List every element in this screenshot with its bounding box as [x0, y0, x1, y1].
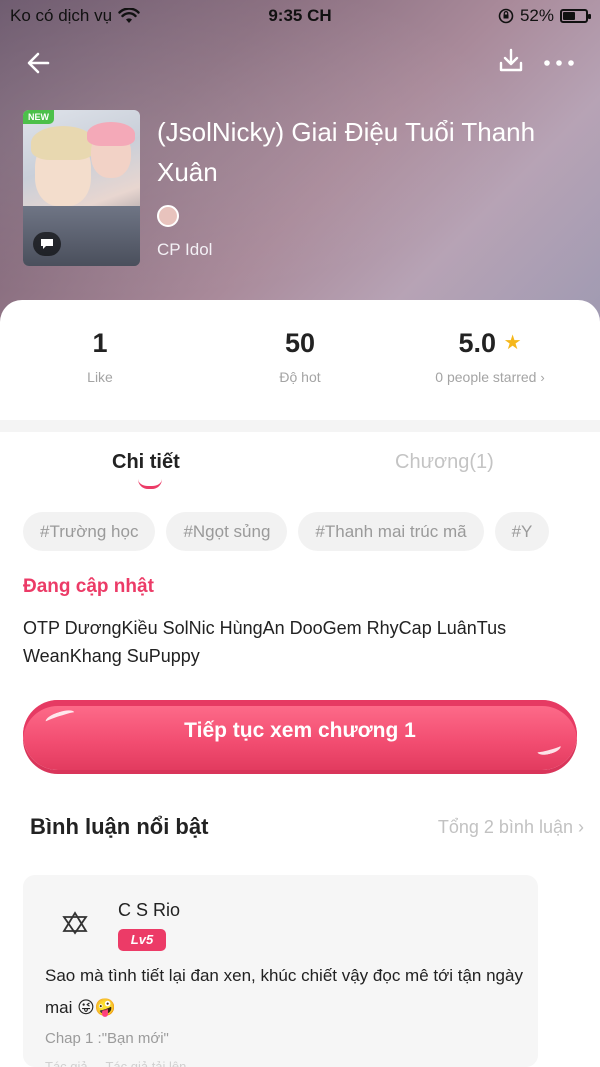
chevron-right-icon: › [578, 817, 584, 837]
rating-value: 5.0 [458, 328, 497, 358]
story-description: OTP DươngKiều SolNic HùngAn DooGem RhyCa… [23, 618, 507, 666]
tag-list: #Trường học #Ngọt sủng #Thanh mai trúc mã #… [23, 512, 600, 552]
comment-username[interactable]: C S Rio [118, 900, 180, 921]
likes-label: Like [87, 369, 113, 385]
user-level-badge: Lv5 [118, 929, 166, 951]
section-divider [0, 420, 600, 432]
orientation-lock-icon [498, 8, 514, 24]
tag-chip[interactable]: #Trường học [23, 512, 156, 551]
all-comments-link[interactable]: Tổng 2 bình luận › [438, 817, 584, 838]
stats-card: 1 Like 50 Độ hot 5.0 ★ 0 people starred … [0, 300, 600, 420]
active-tab-indicator [138, 479, 162, 489]
download-icon[interactable] [496, 46, 526, 76]
top-navigation [0, 40, 600, 84]
more-horizontal-icon[interactable] [542, 48, 576, 78]
comments-total-label: Tổng 2 bình luận [437, 817, 573, 837]
likes-count: 1 [92, 328, 108, 358]
rating-stat[interactable]: 5.0 ★ 0 people starred › [390, 328, 590, 385]
status-bar: Ko có dịch vụ 9:35 CH 52% [0, 0, 600, 32]
rating-label: 0 people starred [435, 369, 537, 385]
tag-chip[interactable]: #Ngọt sủng [166, 512, 288, 551]
comment-chapter-ref[interactable]: Chap 1 :"Bạn mới" [45, 1030, 169, 1047]
update-status: Đang cập nhật [23, 576, 154, 597]
user-avatar-icon[interactable] [61, 909, 89, 937]
hot-stat: 50 Độ hot [200, 328, 400, 385]
hot-count: 50 [284, 328, 316, 358]
story-cover-image[interactable]: NEW [23, 110, 140, 266]
comment-card[interactable]: C S Rio Lv5 Sao mà tình tiết lại đan xen… [23, 875, 538, 1067]
story-category[interactable]: CP Idol [157, 240, 212, 260]
tab-chapters[interactable]: Chương(1) [395, 451, 494, 474]
continue-reading-label: Tiếp tục xem chương 1 [184, 719, 416, 742]
comment-meta: Tác giả ... Tác giả tải lên [45, 1059, 187, 1067]
continue-reading-button[interactable]: Tiếp tục xem chương 1 [23, 700, 577, 770]
tab-bar: Chi tiết Chương(1) [0, 445, 600, 495]
back-arrow-icon[interactable] [22, 46, 56, 80]
hot-label: Độ hot [279, 369, 321, 385]
new-badge: NEW [23, 110, 54, 124]
star-icon: ★ [503, 332, 522, 354]
chevron-right-icon: › [540, 370, 545, 385]
featured-comments-heading: Bình luận nổi bật [30, 814, 209, 839]
story-title: (JsolNicky) Giai Điệu Tuổi Thanh Xuân [157, 117, 536, 187]
likes-stat[interactable]: 1 Like [0, 328, 200, 385]
tab-details[interactable]: Chi tiết [112, 451, 180, 474]
tag-chip[interactable]: #Y [494, 512, 550, 551]
battery-percent: 52% [519, 6, 554, 25]
comment-text: Sao mà tình tiết lại đan xen, khúc chiết… [45, 966, 523, 1017]
chat-bubble-icon [33, 232, 61, 256]
tag-chip[interactable]: #Thanh mai trúc mã [298, 512, 484, 551]
status-right: 52% [498, 6, 591, 26]
battery-icon [560, 9, 591, 23]
author-avatar[interactable] [157, 205, 179, 227]
